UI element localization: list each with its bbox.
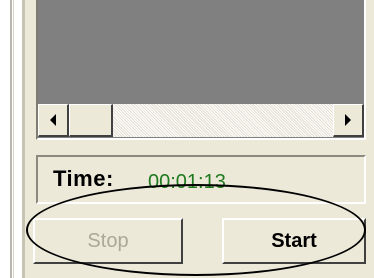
- arrow-left-icon: [50, 114, 56, 126]
- dialog-border: [22, 0, 25, 278]
- scroll-right-button[interactable]: [333, 104, 364, 137]
- window-edge-shadow: [10, 0, 12, 278]
- arrow-right-icon: [345, 114, 351, 126]
- start-button[interactable]: Start: [222, 218, 366, 264]
- stop-button[interactable]: Stop: [33, 218, 183, 264]
- time-value: 00:01:13: [148, 171, 226, 193]
- time-label: Time:: [53, 166, 114, 191]
- scrollbar-thumb[interactable]: [69, 104, 113, 137]
- scroll-left-button[interactable]: [38, 104, 69, 137]
